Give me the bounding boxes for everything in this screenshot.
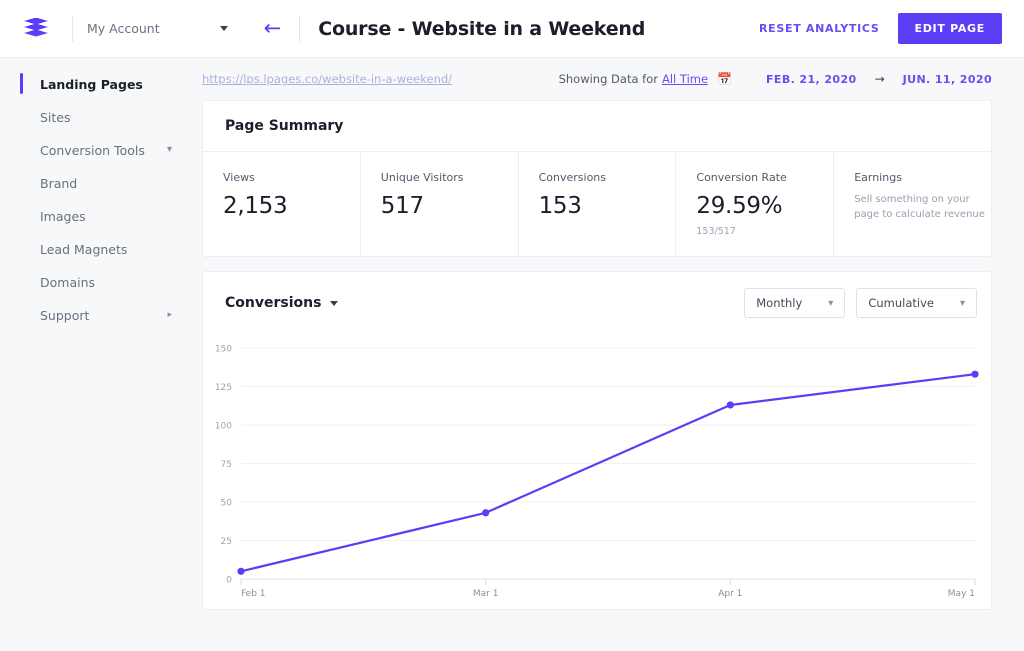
conversions-title: Conversions: [225, 295, 322, 311]
y-axis-tick-label: 100: [215, 422, 232, 432]
edit-page-button[interactable]: EDIT PAGE: [897, 13, 1002, 44]
y-axis-tick-label: 0: [226, 576, 232, 586]
y-axis-tick-label: 150: [215, 345, 232, 355]
sidebar-item-images[interactable]: Images: [0, 202, 190, 230]
y-axis-tick-label: 25: [221, 537, 232, 547]
metric-value: 29.59%: [696, 193, 783, 219]
conversions-chart: 0 25 50 75 100 125 150 Feb 1 Mar 1 Apr 1 May 1: [203, 334, 991, 609]
sidebar-item-label: Lead Magnets: [40, 241, 128, 257]
y-axis-tick-label: 75: [221, 460, 232, 470]
x-axis-tick-label: Mar 1: [473, 589, 499, 599]
x-axis-tick-label: Feb 1: [241, 589, 266, 599]
metric-label: Unique Visitors: [380, 171, 464, 184]
main-content: https://lps.lpages.co/website-in-a-weeke…: [190, 58, 1024, 651]
sidebar-item-domains[interactable]: Domains: [0, 268, 190, 296]
arrow-left-icon[interactable]: ←: [264, 18, 282, 39]
metric-note: Sell something on your page to calculate…: [854, 194, 985, 220]
sidebar-item-label: Support: [40, 307, 90, 323]
sidebar-item-label: Brand: [40, 175, 78, 191]
sidebar-item-label: Images: [40, 208, 86, 224]
showing-data-label: Showing Data for: [558, 72, 658, 86]
sidebar-item-sites[interactable]: Sites: [0, 103, 190, 131]
top-bar: My Account ← Course - Website in a Weeke…: [0, 0, 1024, 58]
conversions-card: Conversions Monthly ▾ Cumulative ▾ 0 25 50…: [202, 271, 992, 610]
x-axis-tick-label: May 1: [948, 589, 975, 599]
chevron-down-icon: ▾: [828, 297, 834, 309]
data-point[interactable]: [971, 370, 979, 378]
mode-select-value: Cumulative: [868, 296, 934, 310]
metric-conversions: Conversions 153: [519, 152, 677, 256]
chart-controls: Monthly ▾ Cumulative ▾: [744, 288, 977, 318]
mode-select[interactable]: Cumulative ▾: [856, 288, 977, 318]
page-title: Course - Website in a Weekend: [318, 17, 646, 40]
metric-label: Conversion Rate: [696, 171, 787, 184]
y-axis-tick-label: 125: [215, 383, 232, 393]
layers-icon: [24, 17, 48, 40]
date-to[interactable]: JUN. 11, 2020: [903, 73, 992, 86]
sidebar-item-label: Domains: [40, 274, 96, 290]
sidebar-item-support[interactable]: Support ▸: [0, 301, 190, 329]
sidebar-item-label: Landing Pages: [40, 76, 143, 92]
page-url-link[interactable]: https://lps.lpages.co/website-in-a-weeke…: [202, 72, 452, 86]
data-point[interactable]: [726, 401, 734, 409]
calendar-icon[interactable]: 📅: [717, 73, 732, 85]
page-summary-card: Page Summary Views 2,153 Unique Visitors…: [202, 100, 992, 257]
metric-label: Earnings: [854, 171, 902, 184]
chevron-right-icon: ▸: [167, 310, 172, 320]
data-point[interactable]: [237, 567, 245, 575]
metric-value: 153: [538, 193, 582, 219]
page-summary-title: Page Summary: [203, 101, 991, 152]
sidebar-item-landing-pages[interactable]: Landing Pages: [0, 70, 190, 98]
analytics-page: My Account ← Course - Website in a Weeke…: [0, 0, 1024, 651]
metric-subvalue: 153/517: [696, 226, 736, 237]
account-menu[interactable]: My Account: [73, 0, 242, 58]
sidebar-item-lead-magnets[interactable]: Lead Magnets: [0, 235, 190, 263]
sidebar-item-label: Conversion Tools: [40, 142, 145, 158]
metric-value: 517: [380, 193, 424, 219]
caret-down-icon: [330, 300, 339, 306]
arrow-right-icon: →: [874, 72, 885, 86]
sidebar-item-conversion-tools[interactable]: Conversion Tools ▾: [0, 136, 190, 164]
data-point[interactable]: [482, 509, 490, 517]
metric-value: 2,153: [223, 193, 288, 219]
interval-select[interactable]: Monthly ▾: [744, 288, 846, 318]
account-label: My Account: [87, 21, 160, 36]
chevron-down-icon: ▾: [166, 144, 172, 155]
page-summary-metrics: Views 2,153 Unique Visitors 517 Conversi…: [203, 152, 991, 256]
range-preset-link[interactable]: All Time: [662, 72, 708, 86]
caret-down-icon: [219, 26, 228, 31]
x-axis-tick-label: Apr 1: [718, 589, 742, 599]
sidebar-item-brand[interactable]: Brand: [0, 169, 190, 197]
reset-analytics-button[interactable]: RESET ANALYTICS: [759, 22, 880, 35]
sidebar-item-label: Sites: [40, 109, 71, 125]
brand-logo[interactable]: [0, 17, 72, 40]
conversions-metric-selector[interactable]: Conversions: [225, 295, 339, 311]
metric-label: Conversions: [538, 171, 606, 184]
meta-row: https://lps.lpages.co/website-in-a-weeke…: [190, 58, 1024, 100]
y-axis-tick-label: 50: [221, 499, 233, 509]
date-range-controls: Showing Data for All Time 📅 FEB. 21, 202…: [559, 72, 992, 86]
metric-conversion-rate: Conversion Rate 29.59% 153/517: [676, 152, 835, 256]
top-bar-actions: RESET ANALYTICS EDIT PAGE: [759, 13, 1024, 44]
date-from[interactable]: FEB. 21, 2020: [766, 73, 857, 86]
chevron-down-icon: ▾: [959, 297, 965, 309]
interval-select-value: Monthly: [756, 296, 803, 310]
conversions-card-header: Conversions Monthly ▾ Cumulative ▾: [203, 272, 991, 334]
series-line: [239, 373, 977, 573]
metric-label: Views: [223, 171, 255, 184]
metric-earnings: Earnings Sell something on your page to …: [834, 152, 991, 256]
sidebar: Landing Pages Sites Conversion Tools ▾ B…: [0, 58, 190, 651]
conversions-line-chart: 0 25 50 75 100 125 150 Feb 1 Mar 1 Apr 1 May 1: [215, 345, 979, 599]
metric-unique-visitors: Unique Visitors 517: [361, 152, 519, 256]
metric-views: Views 2,153: [203, 152, 361, 256]
